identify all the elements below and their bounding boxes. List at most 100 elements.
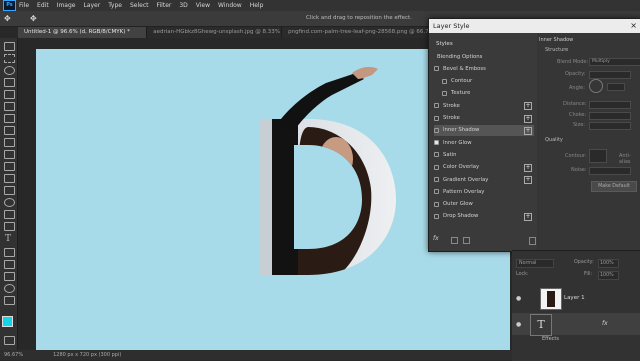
add-effect-icon[interactable]: + xyxy=(524,102,532,111)
style-checkbox[interactable] xyxy=(442,78,447,84)
menu-type[interactable]: Type xyxy=(108,2,122,9)
pen-tool-icon[interactable] xyxy=(4,222,15,231)
style-checkbox[interactable] xyxy=(434,127,439,133)
edit-toolbar-icon[interactable] xyxy=(4,296,15,305)
style-checkbox[interactable] xyxy=(434,189,439,195)
menu-3d[interactable]: 3D xyxy=(179,2,187,9)
opacity-slider[interactable] xyxy=(589,71,631,79)
style-checkbox[interactable] xyxy=(434,66,439,72)
healing-brush-icon[interactable] xyxy=(4,126,15,135)
style-checkbox[interactable] xyxy=(434,213,439,219)
quick-select-icon[interactable] xyxy=(4,78,15,87)
add-effect-icon[interactable]: + xyxy=(524,163,532,172)
add-effect-icon[interactable]: + xyxy=(524,126,532,135)
visibility-eye-icon[interactable]: ● xyxy=(516,321,521,328)
close-icon[interactable]: × xyxy=(630,19,637,33)
brush-tool-icon[interactable] xyxy=(4,138,15,147)
quick-mask-icon[interactable] xyxy=(4,336,15,345)
make-default-button[interactable]: Make Default xyxy=(591,181,637,192)
size-slider[interactable] xyxy=(589,122,631,130)
style-checkbox[interactable] xyxy=(434,152,439,158)
marquee-tool-icon[interactable] xyxy=(4,54,15,63)
add-effect-icon[interactable]: + xyxy=(524,114,532,123)
add-effect-icon[interactable]: + xyxy=(524,212,532,221)
style-checkbox[interactable] xyxy=(434,140,439,146)
style-item-contour[interactable]: Contour xyxy=(434,76,534,87)
tab-unsplash-image[interactable]: aedrian-HGbkz8Ghewg-unsplash.jpg @ 8.33%… xyxy=(147,27,283,38)
type-tool-icon[interactable]: T xyxy=(5,234,11,244)
menu-file[interactable]: File xyxy=(19,2,29,9)
lasso-tool-icon[interactable] xyxy=(4,66,15,75)
style-item-pattern-overlay[interactable]: Pattern Overlay xyxy=(434,186,534,197)
style-item-blending-options[interactable]: Blending Options xyxy=(434,51,537,62)
stamp-tool-icon[interactable] xyxy=(4,150,15,159)
style-checkbox[interactable] xyxy=(434,103,439,109)
move-tool-icon[interactable] xyxy=(4,42,15,51)
style-checkbox[interactable] xyxy=(434,115,439,121)
style-item-inner-glow[interactable]: Inner Glow xyxy=(434,137,534,148)
frame-tool-icon[interactable] xyxy=(4,102,15,111)
menu-help[interactable]: Help xyxy=(250,2,264,9)
tab-untitled-1[interactable]: Untitled-1 @ 96.6% (d, RGB/8/CMYK) * xyxy=(18,27,148,38)
style-checkbox[interactable] xyxy=(434,164,439,170)
blend-mode-dropdown[interactable]: Normal xyxy=(516,259,554,268)
styles-header[interactable]: Styles xyxy=(431,41,453,47)
move-icon[interactable]: ✥ xyxy=(30,14,37,23)
style-item-satin[interactable]: Satin xyxy=(434,149,534,160)
menu-image[interactable]: Image xyxy=(57,2,76,9)
layer-name[interactable]: Layer 1 xyxy=(564,295,585,301)
layer-row-text[interactable]: ● T fx xyxy=(512,313,640,336)
distance-slider[interactable] xyxy=(589,101,631,109)
menu-filter[interactable]: Filter xyxy=(157,2,172,9)
eyedropper-icon[interactable] xyxy=(4,114,15,123)
style-item-color-overlay[interactable]: Color Overlay + xyxy=(434,162,534,173)
style-checkbox[interactable] xyxy=(442,90,447,96)
add-effect-icon[interactable]: + xyxy=(524,176,532,184)
crop-tool-icon[interactable] xyxy=(4,90,15,99)
style-item-inner-shadow[interactable]: Inner Shadow + xyxy=(434,124,534,136)
shape-tool-icon[interactable] xyxy=(4,260,15,269)
angle-field[interactable] xyxy=(607,83,625,91)
fx-icon[interactable]: fx xyxy=(433,235,439,242)
layer-row-layer-1[interactable]: ● Layer 1 xyxy=(512,287,640,310)
menu-window[interactable]: Window xyxy=(218,2,242,9)
style-item-stroke[interactable]: Stroke + xyxy=(434,100,534,111)
menu-select[interactable]: Select xyxy=(130,2,149,9)
move-icon[interactable]: ✥ xyxy=(4,14,11,23)
style-item-outer-glow[interactable]: Outer Glow xyxy=(434,199,534,210)
noise-slider[interactable] xyxy=(589,167,631,175)
fill-field[interactable]: 100% xyxy=(598,271,619,280)
blend-mode-select[interactable]: Multiply xyxy=(589,58,640,66)
contour-picker[interactable] xyxy=(589,149,607,163)
zoom-level[interactable]: 96.67% xyxy=(4,352,23,358)
style-item-texture[interactable]: Texture xyxy=(434,88,534,99)
fx-icon[interactable]: fx xyxy=(602,320,608,327)
eraser-tool-icon[interactable] xyxy=(4,174,15,183)
style-item-gradient-overlay[interactable]: Gradient Overlay + xyxy=(434,174,534,185)
style-item-stroke[interactable]: Stroke + xyxy=(434,113,534,124)
opacity-field[interactable]: 100% xyxy=(598,259,619,268)
history-brush-icon[interactable] xyxy=(4,162,15,171)
zoom-tool-icon[interactable] xyxy=(4,284,15,293)
blur-tool-icon[interactable] xyxy=(4,198,15,207)
tab-palm-leaf[interactable]: pngfind.com-palm-tree-leaf-png-28568.png… xyxy=(282,27,438,38)
menu-view[interactable]: View xyxy=(196,2,210,9)
move-down-icon[interactable] xyxy=(463,237,470,244)
choke-slider[interactable] xyxy=(589,112,631,120)
style-checkbox[interactable] xyxy=(434,177,439,182)
style-item-drop-shadow[interactable]: Drop Shadow + xyxy=(434,211,534,222)
angle-dial[interactable] xyxy=(589,79,603,93)
foreground-color-swatch[interactable] xyxy=(2,316,13,327)
hand-tool-icon[interactable] xyxy=(4,272,15,281)
menu-layer[interactable]: Layer xyxy=(83,2,100,9)
visibility-eye-icon[interactable]: ● xyxy=(516,295,521,302)
path-select-icon[interactable] xyxy=(4,248,15,257)
move-up-icon[interactable] xyxy=(451,237,458,244)
dodge-tool-icon[interactable] xyxy=(4,210,15,219)
menu-edit[interactable]: Edit xyxy=(37,2,49,9)
trash-icon[interactable] xyxy=(529,237,536,245)
style-checkbox[interactable] xyxy=(434,201,439,207)
gradient-tool-icon[interactable] xyxy=(4,186,15,195)
anti-alias-label[interactable]: Anti-alias xyxy=(619,153,640,165)
style-item-bevel-emboss[interactable]: Bevel & Emboss xyxy=(434,63,534,74)
